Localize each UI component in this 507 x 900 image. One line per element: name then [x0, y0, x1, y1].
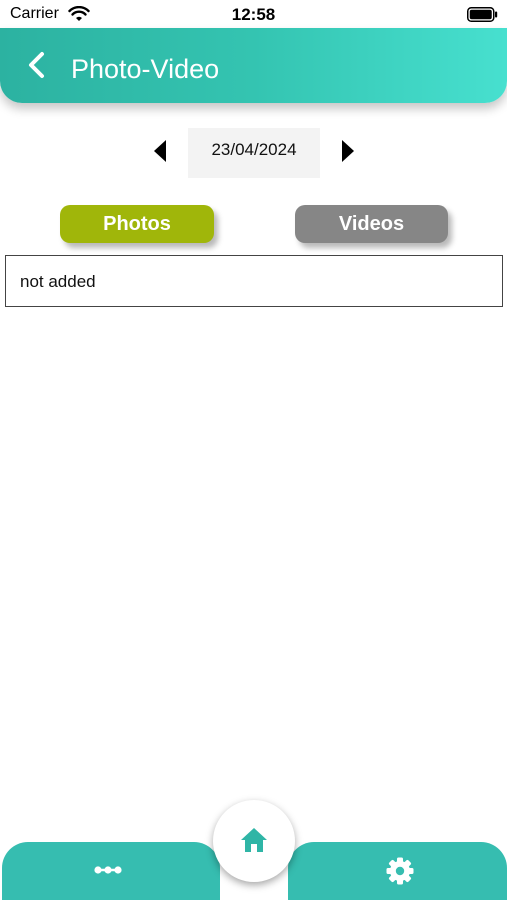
back-button[interactable]: [22, 46, 52, 82]
gear-icon[interactable]: [386, 857, 414, 885]
date-label: 23/04/2024: [211, 140, 297, 159]
prev-date-button[interactable]: [148, 138, 172, 164]
next-date-button[interactable]: [336, 138, 360, 164]
battery-icon: [467, 7, 498, 22]
tab-videos[interactable]: Videos: [295, 205, 448, 243]
chevron-left-icon: [29, 52, 44, 78]
status-bar: Carrier 12:58: [0, 0, 507, 28]
bottom-nav: [0, 800, 507, 900]
media-list: not added: [5, 255, 503, 307]
status-time: 12:58: [231, 5, 276, 24]
triangle-left-icon: [154, 140, 166, 162]
tab-photos[interactable]: Photos: [60, 205, 214, 243]
home-button[interactable]: [213, 800, 295, 882]
date-navigator: 23/04/2024: [0, 128, 507, 178]
dots-icon[interactable]: [93, 863, 123, 877]
tab-videos-label: Videos: [338, 213, 405, 235]
tab-photos-label: Photos: [103, 213, 171, 235]
empty-state-text: not added: [20, 272, 96, 291]
triangle-right-icon: [342, 140, 354, 162]
app-header: Photo-Video: [0, 28, 507, 103]
home-icon: [241, 828, 267, 852]
date-display[interactable]: 23/04/2024: [188, 128, 320, 178]
photo-video-screen: Carrier 12:58 Photo-Video 23/04/2024 Pho…: [0, 0, 507, 900]
page-title: Photo-Video: [71, 54, 220, 84]
